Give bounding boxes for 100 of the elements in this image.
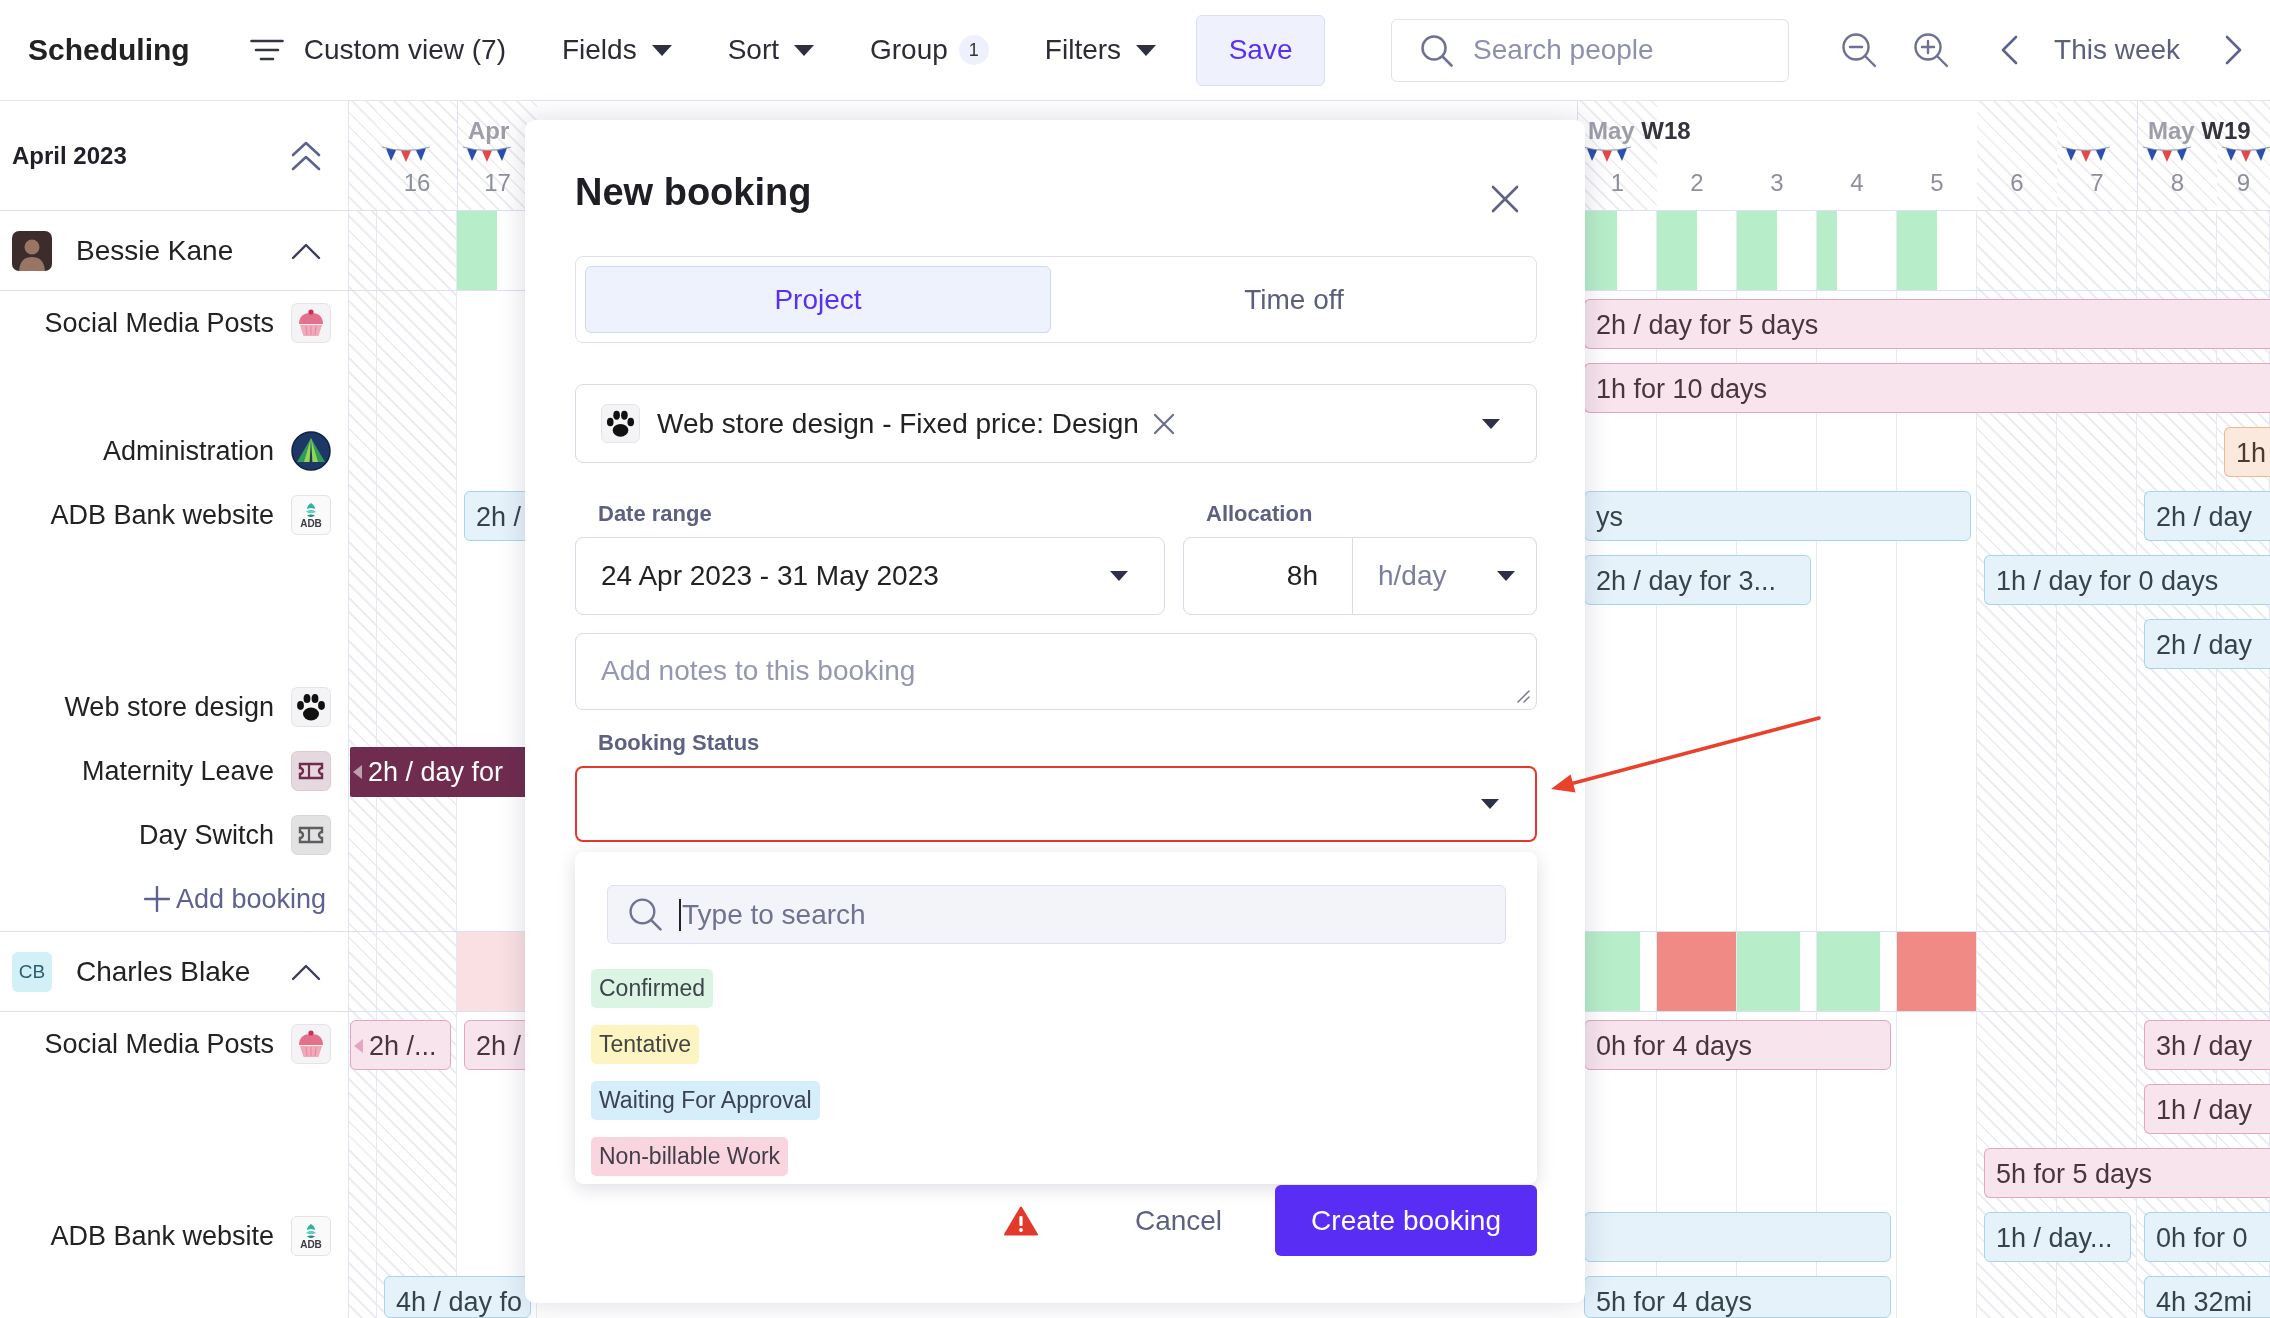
day-number: 17 (483, 169, 512, 197)
logo-text: ADB (300, 1238, 322, 1250)
status-option[interactable]: Tentative (591, 1025, 700, 1064)
booking-bar[interactable]: 2h / day for 3... (1584, 555, 1811, 605)
booking-bar[interactable]: 1h / day for 0 days (1984, 555, 2270, 605)
cupcake-icon (291, 303, 331, 343)
menu-button[interactable]: Sort (727, 34, 814, 66)
project-select[interactable]: Web store design - Fixed price: Design (575, 384, 1537, 463)
day-number: 9 (2235, 169, 2252, 197)
continuation-icon (354, 1039, 363, 1053)
double-chevron-up-icon[interactable] (290, 140, 322, 171)
menu-button[interactable]: Filters (1044, 34, 1157, 66)
day-number: 8 (2169, 169, 2186, 197)
booking-bar[interactable]: 1h (2224, 427, 2270, 477)
clear-icon[interactable] (1152, 412, 1175, 435)
custom-view-button[interactable]: Custom view (7) (249, 34, 506, 66)
bunting-icon (2061, 145, 2111, 163)
caret-icon (1136, 44, 1157, 56)
day-number: 2 (1689, 169, 1705, 197)
caret-icon (1482, 418, 1500, 429)
booking-bar[interactable]: ys (1584, 491, 1971, 541)
filter-icon (249, 39, 284, 61)
unit-select[interactable]: h/day (1353, 537, 1537, 615)
notes-field[interactable]: Add notes to this booking (575, 633, 1537, 710)
hours-field[interactable]: 8h (1183, 537, 1353, 615)
cancel-button[interactable]: Cancel (1134, 1204, 1223, 1237)
person-name: Charles Blake (76, 955, 252, 988)
day-number: 16 (402, 169, 432, 197)
ticket-icon (291, 815, 331, 855)
field-label: Allocation (1206, 501, 1313, 527)
month-label: April 2023 (12, 141, 127, 170)
search-icon (1420, 33, 1454, 67)
continuation-icon (353, 765, 362, 779)
booking-type-tab[interactable]: Time off (1061, 266, 1527, 333)
day-number: 1 (1609, 169, 1626, 197)
booking-bar[interactable]: 0h for 0 (2144, 1212, 2270, 1262)
initials-avatar: CB (12, 951, 52, 992)
booking-bar[interactable]: 1h / day... (1984, 1212, 2131, 1262)
booking-bar[interactable]: 0h for 4 days (1584, 1020, 1891, 1070)
resize-grip-icon[interactable] (1516, 689, 1530, 703)
day-number: 7 (2089, 169, 2105, 197)
booking-bar[interactable]: 2h / day (2144, 619, 2270, 669)
booking-type-tab[interactable]: Project (585, 266, 1051, 333)
paw-icon (291, 687, 331, 727)
booking-status-select[interactable] (575, 766, 1537, 842)
bunting-icon (381, 145, 431, 163)
booking-bar[interactable]: 3h / day (2144, 1020, 2270, 1070)
logo-text: ADB (300, 517, 322, 529)
week-label: Apr (468, 117, 510, 145)
zoom-in-icon[interactable] (1913, 32, 1950, 68)
zoom-out-icon[interactable] (1841, 32, 1878, 68)
caret-icon (651, 44, 672, 56)
warning-icon (1003, 1205, 1038, 1236)
paw-icon (601, 404, 640, 443)
dialog-title: New booking (575, 170, 812, 215)
booking-bar[interactable]: 1h / day (2144, 1084, 2270, 1134)
caret-icon (1110, 571, 1128, 581)
save-button[interactable]: Save (1196, 14, 1326, 86)
count-badge: 1 (958, 35, 989, 65)
status-option[interactable]: Confirmed (591, 969, 714, 1008)
chevron-up-icon[interactable] (291, 962, 321, 981)
menu-button[interactable]: Fields (561, 34, 672, 66)
booking-bar[interactable]: 4h 32mi (2144, 1276, 2270, 1318)
app-title: Scheduling (28, 33, 190, 67)
week-label: May W18 (1588, 117, 1691, 145)
booking-bar[interactable]: 5h for 5 days (1984, 1148, 2270, 1198)
booking-bar[interactable]: 2h / day (2144, 491, 2270, 541)
week-label: May W19 (2148, 117, 2251, 145)
status-search-field[interactable]: Type to search (607, 885, 1506, 944)
add-booking-link[interactable]: Add booking (143, 883, 326, 915)
caret-icon (1497, 571, 1515, 581)
status-option[interactable]: Non-billable Work (591, 1137, 789, 1176)
booking-bar[interactable]: 2h / day for 5 days (1584, 299, 2270, 349)
search-field[interactable]: Search people (1391, 18, 1790, 82)
menu-button[interactable]: Group 1 (870, 34, 989, 66)
booking-bar[interactable]: 5h for 4 days (1584, 1276, 1891, 1318)
plus-icon (143, 886, 170, 912)
project-name: Day Switch (138, 819, 274, 851)
project-name: Web store design (64, 691, 274, 723)
chevron-up-icon[interactable] (291, 241, 321, 260)
day-number: 4 (1849, 169, 1865, 197)
close-icon[interactable] (1491, 185, 1519, 213)
project-name: Administration (102, 435, 274, 467)
avatar-silhouette-icon (12, 230, 52, 271)
booking-bar[interactable]: 1h for 10 days (1584, 363, 2270, 413)
date-range-select[interactable]: 24 Apr 2023 - 31 May 2023 (575, 537, 1165, 615)
caret-icon (1481, 799, 1499, 809)
status-option[interactable]: Waiting For Approval (591, 1081, 820, 1120)
bunting-icon (2221, 145, 2270, 163)
chevron-left-icon[interactable] (1999, 35, 2020, 65)
day-number: 3 (1769, 169, 1785, 197)
bunting-icon (462, 145, 512, 163)
ticket-icon (291, 751, 331, 791)
create-booking-button[interactable]: Create booking (1275, 1185, 1537, 1256)
project-name: Social Media Posts (44, 1028, 274, 1060)
booking-bar[interactable]: 2h /... (350, 1020, 451, 1070)
bunting-icon (2142, 145, 2192, 163)
this-week-button[interactable]: This week (2054, 34, 2181, 66)
booking-bar[interactable]: 4h / day fo (384, 1276, 531, 1318)
field-label: Date range (598, 501, 712, 527)
